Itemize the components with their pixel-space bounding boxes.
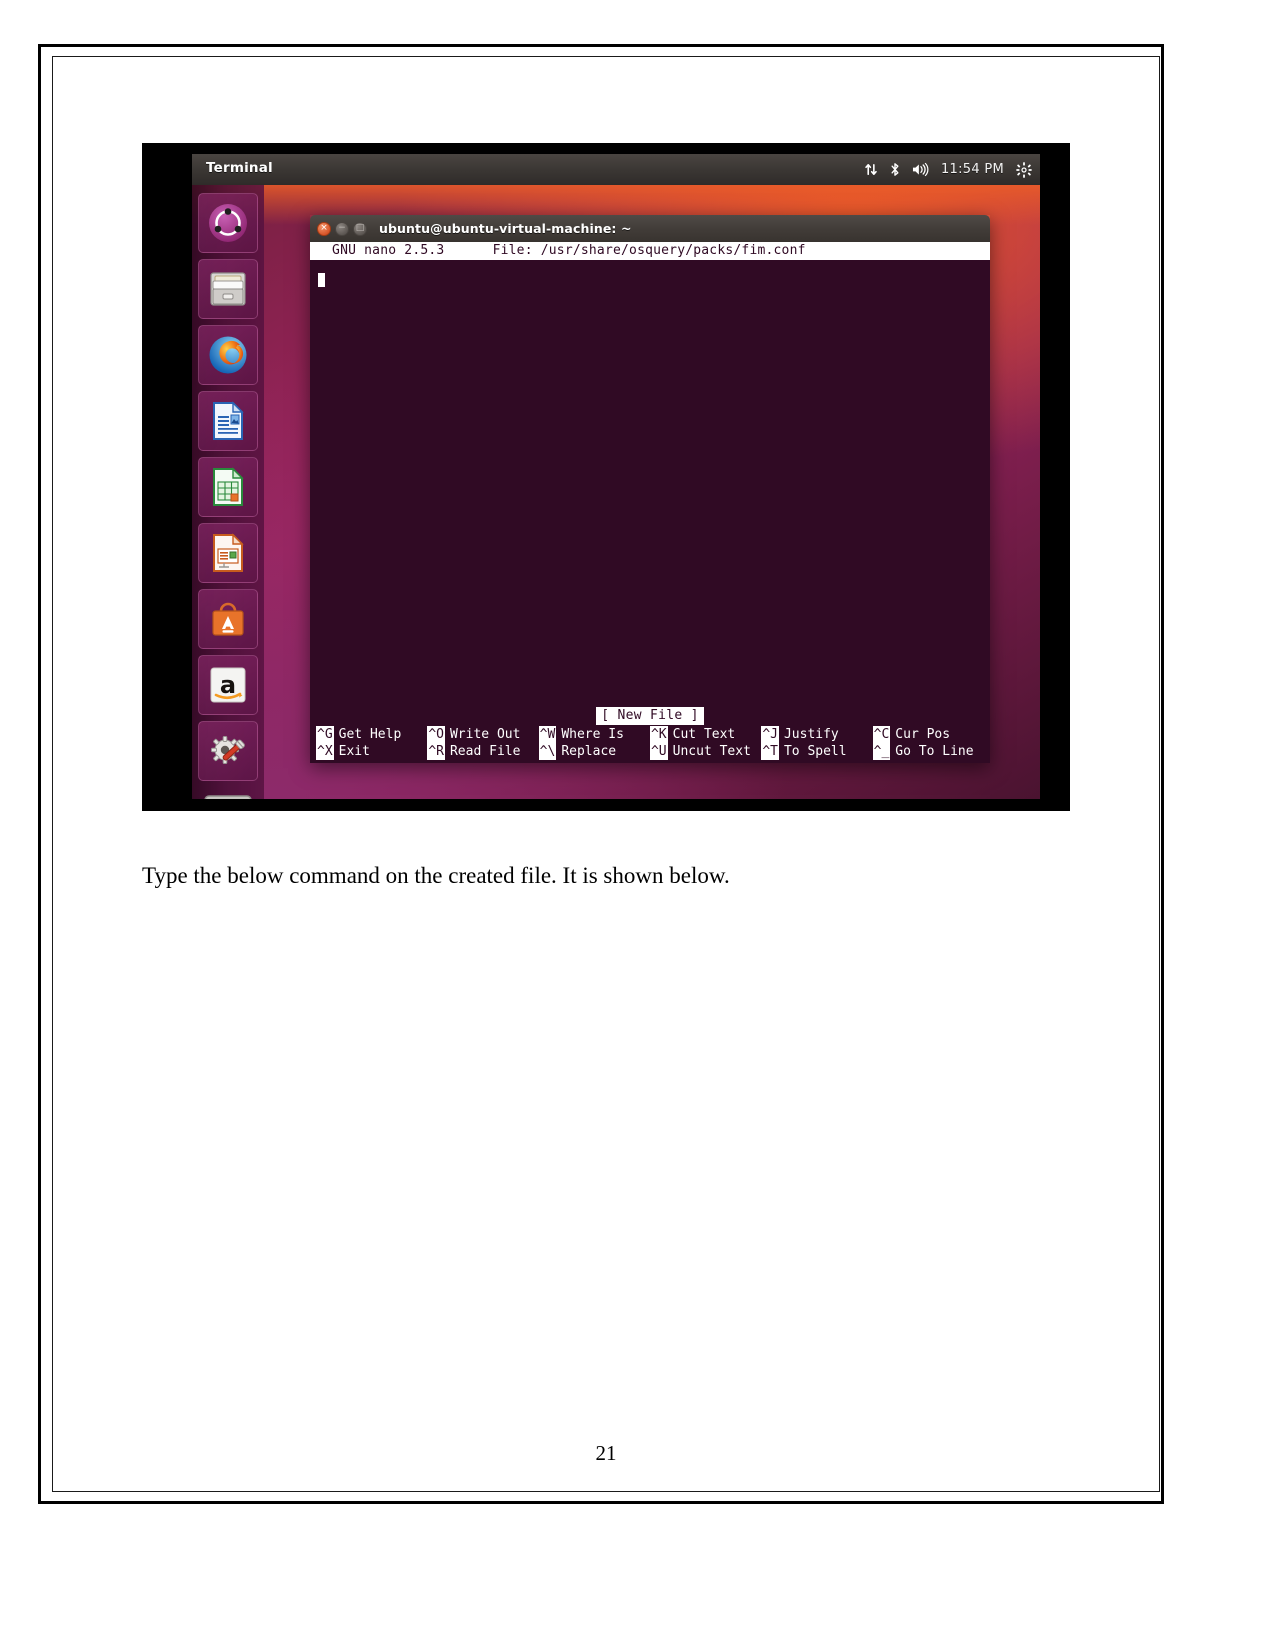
- shortcut-go-to-line[interactable]: ^_ Go To Line: [872, 743, 984, 760]
- shortcut-label: Uncut Text: [672, 744, 751, 759]
- shortcut-key: ^X: [316, 743, 334, 760]
- network-icon[interactable]: [864, 154, 879, 185]
- nano-shortcut-bar: ^G Get Help ^O Write Out ^W Where Is ^K …: [310, 726, 990, 763]
- launcher-item-libreoffice-writer[interactable]: [198, 391, 258, 451]
- ubuntu-logo-icon: [209, 204, 247, 242]
- terminal-window-title: ubuntu@ubuntu-virtual-machine: ~: [379, 221, 632, 236]
- svg-text:a: a: [220, 671, 236, 699]
- terminal-titlebar[interactable]: × − □ ubuntu@ubuntu-virtual-machine: ~: [310, 215, 990, 242]
- bluetooth-icon[interactable]: [889, 154, 901, 185]
- terminal-body[interactable]: GNU nano 2.5.3 File: /usr/share/osquery/…: [310, 242, 990, 763]
- nano-titlebar: GNU nano 2.5.3 File: /usr/share/osquery/…: [310, 242, 990, 260]
- launcher-item-libreoffice-impress[interactable]: [198, 523, 258, 583]
- text-cursor: [318, 273, 325, 287]
- shortcut-key: ^T: [761, 743, 779, 760]
- shortcut-key: ^G: [316, 726, 334, 743]
- panel-clock[interactable]: 11:54 PM: [939, 162, 1006, 177]
- nano-shortcut-row-1: ^G Get Help ^O Write Out ^W Where Is ^K …: [316, 726, 984, 743]
- page-number: 21: [595, 1441, 617, 1465]
- figure-caption: Type the below command on the created fi…: [142, 863, 730, 888]
- volume-icon[interactable]: [911, 154, 929, 185]
- libreoffice-calc-icon: [213, 467, 244, 506]
- status-badge: [ New File ]: [596, 707, 704, 725]
- terminal-icon: >_: [204, 795, 252, 799]
- shortcut-justify[interactable]: ^J Justify: [761, 726, 872, 743]
- amazon-icon: a: [210, 667, 246, 703]
- shortcut-label: Read File: [449, 744, 521, 759]
- shortcut-replace[interactable]: ^\ Replace: [538, 743, 650, 760]
- libreoffice-impress-icon: [213, 533, 244, 572]
- shortcut-label: Where Is: [561, 727, 624, 742]
- shortcut-key: ^O: [427, 726, 445, 743]
- close-icon[interactable]: ×: [317, 221, 331, 236]
- shortcut-read-file[interactable]: ^R Read File: [427, 743, 538, 760]
- terminal-window[interactable]: × − □ ubuntu@ubuntu-virtual-machine: ~ G…: [310, 215, 990, 763]
- ubuntu-desktop: Terminal 11:54 PM a × − □ ubuntu@ubuntu-…: [192, 154, 1040, 799]
- launcher-item-files[interactable]: [198, 259, 258, 319]
- shortcut-key: ^R: [427, 743, 445, 760]
- shortcut-key: ^K: [649, 726, 668, 743]
- shortcut-key: ^J: [761, 726, 779, 743]
- launcher-item-amazon[interactable]: a: [198, 655, 258, 715]
- firefox-icon: [209, 336, 247, 374]
- shortcut-key: ^W: [538, 726, 557, 743]
- shortcut-label: Exit: [338, 744, 370, 759]
- screenshot-figure: Terminal 11:54 PM a × − □ ubuntu@ubuntu-…: [142, 143, 1070, 811]
- shortcut-key: ^\: [538, 743, 557, 760]
- shortcut-where-is[interactable]: ^W Where Is: [538, 726, 650, 743]
- launcher-item-firefox[interactable]: [198, 325, 258, 385]
- shortcut-uncut-text[interactable]: ^U Uncut Text: [649, 743, 761, 760]
- shortcut-get-help[interactable]: ^G Get Help: [316, 726, 427, 743]
- libreoffice-writer-icon: [213, 401, 244, 440]
- system-tray: 11:54 PM: [864, 154, 1032, 185]
- shortcut-label: Cut Text: [672, 727, 736, 742]
- launcher-item-terminal[interactable]: >_: [198, 787, 258, 799]
- shortcut-label: To Spell: [783, 744, 847, 759]
- launcher-item-ubuntu-dash[interactable]: [198, 193, 258, 253]
- minimize-icon[interactable]: −: [335, 221, 349, 236]
- system-settings-icon: [211, 736, 245, 764]
- shortcut-label: Get Help: [338, 727, 402, 742]
- unity-launcher: a: [192, 185, 264, 799]
- ubuntu-software-bag-icon: [212, 602, 244, 636]
- shortcut-label: Justify: [783, 727, 839, 742]
- shortcut-key: ^_: [872, 743, 891, 760]
- shortcut-label: Go To Line: [895, 744, 974, 759]
- shortcut-label: Cur Pos: [895, 727, 951, 742]
- launcher-item-ubuntu-software[interactable]: [198, 589, 258, 649]
- nano-text-buffer[interactable]: [310, 260, 990, 707]
- unity-top-panel: Terminal 11:54 PM: [192, 154, 1040, 185]
- shortcut-key: ^U: [649, 743, 668, 760]
- maximize-icon[interactable]: □: [353, 221, 367, 236]
- shortcut-exit[interactable]: ^X Exit: [316, 743, 427, 760]
- shortcut-to-spell[interactable]: ^T To Spell: [761, 743, 872, 760]
- page-content: Terminal 11:54 PM a × − □ ubuntu@ubuntu-…: [52, 56, 1160, 1492]
- shortcut-write-out[interactable]: ^O Write Out: [427, 726, 538, 743]
- shortcut-label: Replace: [561, 744, 617, 759]
- panel-app-title[interactable]: Terminal: [206, 160, 273, 176]
- files-cabinet-icon: [210, 272, 246, 306]
- shortcut-key: ^C: [872, 726, 891, 743]
- shortcut-cut-text[interactable]: ^K Cut Text: [649, 726, 761, 743]
- shortcut-label: Write Out: [449, 727, 521, 742]
- system-gear-icon[interactable]: [1016, 154, 1032, 185]
- shortcut-cur-pos[interactable]: ^C Cur Pos: [872, 726, 984, 743]
- launcher-item-libreoffice-calc[interactable]: [198, 457, 258, 517]
- launcher-item-system-settings[interactable]: [198, 721, 258, 781]
- nano-status-bar: [ New File ]: [310, 707, 990, 725]
- nano-shortcut-row-2: ^X Exit ^R Read File ^\ Replace ^U Uncut…: [316, 743, 984, 760]
